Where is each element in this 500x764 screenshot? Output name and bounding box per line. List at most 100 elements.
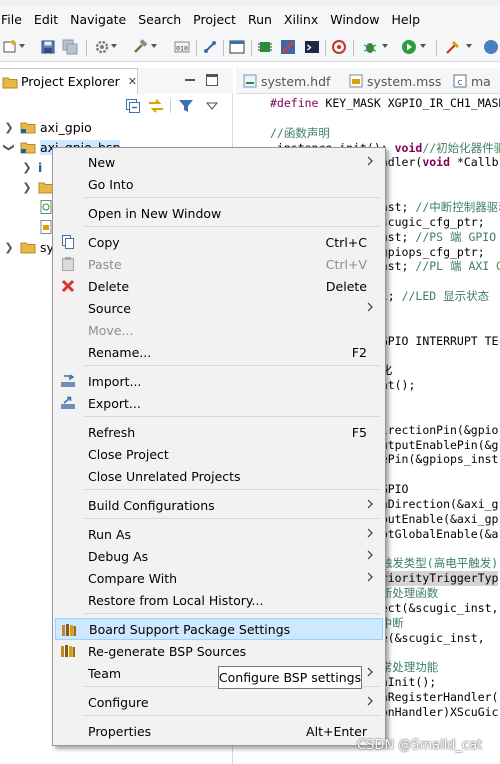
tree-item-label: i	[38, 159, 43, 175]
menu-item-refresh[interactable]: Refresh F5	[55, 421, 383, 443]
tab-project-explorer[interactable]: Project Explorer ✕	[0, 68, 138, 94]
menu-item-debug-as[interactable]: Debug As	[55, 545, 383, 567]
code-comment: //PL 端 AXI GPI	[415, 259, 500, 274]
chevron-right-icon[interactable]: ❯	[20, 181, 34, 194]
menu-item-import[interactable]: Import...	[55, 370, 383, 392]
menu-item-run-as[interactable]: Run As	[55, 523, 383, 545]
console-window-icon[interactable]	[229, 39, 245, 55]
menu-item-label: Restore from Local History...	[88, 592, 264, 608]
menu-xilinx[interactable]: Xilinx	[278, 12, 324, 27]
run-icon[interactable]	[401, 39, 417, 55]
tree-item-system-project[interactable]: ❯ sy	[0, 237, 54, 257]
tab-label: system.mss	[367, 73, 442, 89]
menu-separator	[84, 613, 380, 614]
menu-item-delete[interactable]: Delete Delete	[55, 275, 383, 297]
new-icon[interactable]	[2, 39, 18, 55]
chevron-right-icon[interactable]: ❯	[2, 241, 16, 254]
menu-item-label: Move...	[88, 322, 134, 338]
build-dropdown-arrow[interactable]	[151, 44, 157, 48]
tab-system-mss[interactable]: system.mss	[348, 68, 441, 94]
tree-item-includes[interactable]: ❯ i	[20, 157, 42, 177]
code-line: #define KEY_MASK XGPIO_IR_CH1_MASK	[270, 96, 500, 111]
tree-item-axi-gpio[interactable]: ❯ axi_gpio	[0, 117, 91, 137]
build-hammer-icon[interactable]	[132, 39, 148, 55]
tree-item-file[interactable]	[34, 197, 54, 217]
filter-icon[interactable]	[178, 98, 194, 114]
binary-icon[interactable]: 010	[174, 39, 190, 55]
toolbar-separator	[223, 40, 224, 56]
menu-item-copy[interactable]: Copy Ctrl+C	[55, 231, 383, 253]
target-icon[interactable]	[331, 39, 347, 55]
save-all-icon[interactable]	[62, 39, 78, 55]
code-line: //函数声明	[270, 126, 330, 141]
settings-dropdown-arrow[interactable]	[111, 44, 117, 48]
chevron-right-icon[interactable]: ❯	[20, 161, 34, 174]
chevron-down-icon[interactable]: ❯	[3, 140, 16, 154]
menu-item-close-project[interactable]: Close Project	[55, 443, 383, 465]
menu-project[interactable]: Project	[187, 12, 242, 27]
code-comment: //初始化器件驱动	[422, 140, 500, 155]
menu-item-label: Board Support Package Settings	[89, 621, 291, 637]
external-tools-dropdown-arrow[interactable]	[466, 44, 472, 48]
link-with-editor-icon[interactable]	[147, 98, 165, 114]
code-text: KEY_MASK XGPIO_IR_CH1_MASK	[318, 96, 500, 110]
program-fpga-icon[interactable]	[280, 39, 296, 55]
debug-dropdown-arrow[interactable]	[382, 44, 388, 48]
settings-icon[interactable]	[94, 39, 110, 55]
run-dropdown-arrow[interactable]	[420, 44, 426, 48]
code-keyword: void	[422, 155, 451, 170]
submenu-arrow-icon	[367, 696, 373, 706]
submenu-arrow-icon	[367, 528, 373, 538]
overflow-icon[interactable]	[483, 39, 499, 55]
tree-item-folder[interactable]: ❯	[20, 177, 54, 197]
menu-item-configure[interactable]: Configure	[55, 691, 383, 713]
watermark: CSDN @Smalld_cat	[357, 738, 483, 753]
minimize-icon[interactable]	[183, 74, 197, 86]
save-icon[interactable]	[40, 39, 56, 55]
project-explorer-toolbar	[0, 94, 233, 118]
menu-item-compare-with[interactable]: Compare With	[55, 567, 383, 589]
menu-edit[interactable]: Edit	[28, 12, 64, 27]
menu-item-properties[interactable]: Properties Alt+Enter	[55, 720, 383, 742]
close-icon[interactable]: ✕	[128, 75, 137, 88]
menu-file[interactable]: File	[0, 12, 28, 27]
menu-item-restore-from-local-history[interactable]: Restore from Local History...	[55, 589, 383, 611]
menu-item-open-in-new-window[interactable]: Open in New Window	[55, 202, 383, 224]
code-keyword: void	[394, 140, 423, 155]
view-menu-icon[interactable]	[206, 101, 218, 111]
new-dropdown-arrow[interactable]	[19, 44, 25, 48]
tree-item-mss-file[interactable]	[34, 217, 54, 237]
debug-connect-icon[interactable]	[202, 39, 218, 55]
menu-item-board-support-package-settings[interactable]: Board Support Package Settings	[55, 618, 383, 640]
external-tools-icon[interactable]	[445, 39, 461, 55]
project-explorer-tabbar: Project Explorer ✕	[0, 68, 233, 94]
menu-run[interactable]: Run	[242, 12, 278, 27]
menu-item-export[interactable]: Export...	[55, 392, 383, 414]
menu-item-build-configurations[interactable]: Build Configurations	[55, 494, 383, 516]
menu-item-label: Export...	[88, 395, 141, 411]
menu-item-go-into[interactable]: Go Into	[55, 173, 383, 195]
code-comment: //函数声明	[270, 125, 330, 140]
menu-item-new[interactable]: New	[55, 151, 383, 173]
tab-system-hdf[interactable]: system.hdf	[242, 68, 330, 94]
project-explorer-title: Project Explorer	[20, 74, 120, 89]
menu-navigate[interactable]: Navigate	[64, 12, 132, 27]
menu-item-label: New	[88, 154, 116, 170]
maximize-icon[interactable]	[205, 73, 219, 87]
terminal-icon[interactable]	[304, 39, 320, 55]
menu-search[interactable]: Search	[132, 12, 187, 27]
mss-file-icon	[349, 74, 363, 88]
chip-icon[interactable]	[257, 39, 273, 55]
menu-item-re-generate-bsp-sources[interactable]: Re-generate BSP Sources	[55, 640, 383, 662]
tab-main[interactable]: c ma	[452, 68, 491, 94]
menu-window[interactable]: Window	[324, 12, 385, 27]
menu-item-rename[interactable]: Rename... F2	[55, 341, 383, 363]
menu-help[interactable]: Help	[386, 12, 427, 27]
menu-item-close-unrelated-projects[interactable]: Close Unrelated Projects	[55, 465, 383, 487]
menu-item-source[interactable]: Source	[55, 297, 383, 319]
collapse-all-icon[interactable]	[125, 98, 141, 114]
chevron-right-icon[interactable]: ❯	[2, 121, 16, 134]
menu-item-shortcut: Ctrl+V	[325, 256, 367, 272]
menu-item-label: Source	[88, 300, 131, 316]
debug-bug-icon[interactable]	[362, 39, 378, 55]
